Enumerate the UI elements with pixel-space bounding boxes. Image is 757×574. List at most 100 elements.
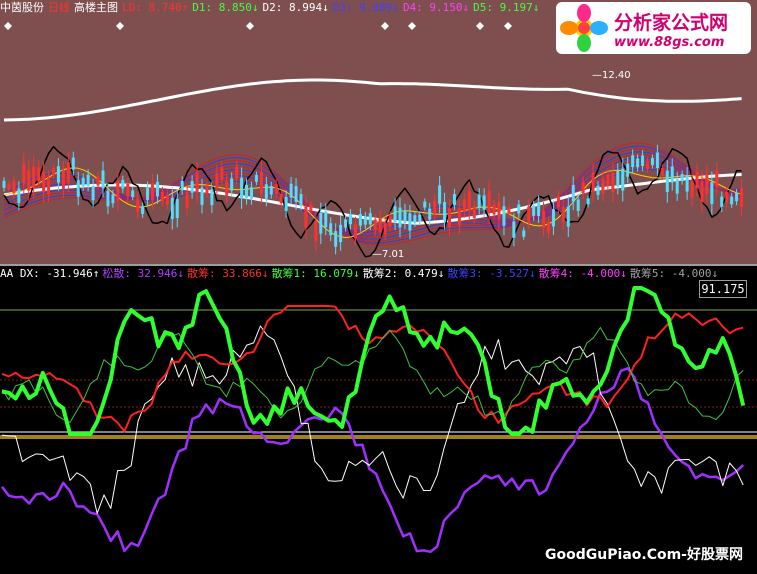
candle-body-110 — [547, 221, 550, 233]
indicator-plot — [0, 286, 757, 554]
candle-body-37 — [185, 192, 189, 208]
candle-body-68 — [339, 224, 343, 243]
candle-body-39 — [195, 171, 199, 193]
candle-body-145 — [720, 196, 724, 207]
candle-body-69 — [344, 219, 348, 228]
candle-body-49 — [245, 184, 249, 199]
candle-body-123 — [611, 172, 615, 193]
candle-body-34 — [170, 197, 174, 219]
site-logo: 分析家公式网 www.88gs.com — [556, 2, 751, 54]
diamond-marker-icon-4 — [408, 22, 416, 30]
candle-body-25 — [126, 183, 130, 197]
candle-body-124 — [616, 171, 620, 187]
candle-body-71 — [353, 223, 357, 239]
ind-header-item-2: 散筹: 33.866↓ — [186, 267, 269, 280]
candle-body-61 — [304, 206, 308, 228]
candle-body-149 — [740, 188, 744, 208]
candle-body-38 — [190, 181, 194, 193]
candle-body-50 — [250, 187, 253, 199]
candle-body-125 — [621, 168, 625, 191]
candle-body-11 — [56, 166, 60, 183]
candle-body-52 — [259, 171, 263, 194]
logo-title: 分析家公式网 — [614, 12, 729, 34]
candle-body-106 — [527, 206, 531, 222]
candle-body-87 — [433, 200, 437, 214]
candle-body-88 — [438, 185, 442, 204]
candle-body-46 — [230, 178, 234, 191]
chart-window: 中茵股份 日线 高楼主图 LD: 8.740↑ D1: 8.850↓ D2: 8.994↓… — [0, 0, 757, 574]
candle-body-116 — [576, 199, 580, 211]
ind-header-item-5: 散筹3: -3.527↓ — [447, 267, 536, 280]
candle-body-102 — [507, 207, 511, 214]
candle-body-129 — [641, 155, 645, 166]
candle-body-31 — [155, 181, 159, 197]
candle-body-0 — [2, 180, 6, 188]
candle-body-17 — [86, 174, 90, 186]
candle-body-73 — [363, 216, 367, 225]
ind-header-item-7: 散筹5: -4.000↓ — [629, 267, 719, 280]
candle-body-97 — [482, 195, 486, 210]
candle-body-143 — [710, 182, 714, 204]
candle-body-103 — [512, 221, 516, 238]
candle-body-65 — [324, 211, 328, 228]
candle-body-42 — [210, 189, 214, 206]
candle-body-78 — [388, 216, 392, 227]
candle-body-99 — [492, 204, 496, 215]
ind-header-item-0: AA DX: -31.946↑ — [0, 267, 100, 280]
candle-body-56 — [279, 193, 283, 204]
candle-body-16 — [81, 177, 85, 187]
logo-icon — [560, 4, 608, 52]
candle-body-132 — [655, 152, 659, 168]
candle-body-89 — [443, 202, 447, 221]
candle-body-75 — [373, 219, 377, 231]
candle-body-148 — [735, 193, 739, 202]
indicator-panel[interactable]: AA DX: -31.946↑ 松散: 32.946↓ 散筹: 33.866↓ 散筹1… — [0, 266, 757, 574]
candle-body-114 — [566, 206, 570, 227]
main-chart-panel[interactable]: 中茵股份 日线 高楼主图 LD: 8.740↑ D1: 8.850↓ D2: 8.994↓… — [0, 0, 757, 264]
candle-body-105 — [522, 230, 526, 237]
diamond-marker-icon-0 — [4, 22, 12, 30]
watermark: GoodGuPiao.Com-好股票网 — [545, 547, 743, 563]
candle-body-113 — [561, 206, 565, 223]
candle-body-77 — [383, 222, 387, 235]
candle-body-44 — [220, 167, 224, 180]
candle-body-141 — [700, 181, 704, 202]
candle-body-36 — [180, 180, 184, 191]
candle-body-4 — [22, 163, 26, 184]
line-songsan — [1, 367, 745, 554]
candle-body-64 — [319, 213, 323, 234]
candle-body-98 — [487, 191, 491, 213]
ind-header-item-1: 松散: 32.946↓ — [102, 267, 184, 280]
candle-body-118 — [586, 198, 590, 205]
candle-body-7 — [37, 167, 41, 182]
cursor-value-box: 91.175 — [699, 280, 747, 298]
candle-body-55 — [274, 184, 278, 195]
low-price-label: —7.01 — [372, 249, 404, 260]
oscillator-line — [3, 145, 742, 258]
candle-body-59 — [294, 186, 298, 203]
upper-band — [3, 78, 742, 122]
candle-body-8 — [42, 171, 46, 193]
candle-body-2 — [12, 181, 16, 194]
candle-body-139 — [690, 180, 694, 198]
candle-body-137 — [680, 174, 684, 182]
candle-body-104 — [517, 204, 521, 214]
candle-body-72 — [358, 213, 362, 226]
candle-body-32 — [160, 191, 164, 202]
candle-body-119 — [591, 172, 595, 192]
candle-body-120 — [596, 185, 600, 196]
candle-body-146 — [725, 191, 729, 203]
candle-body-111 — [551, 209, 555, 227]
candle-body-58 — [289, 183, 293, 198]
candle-body-112 — [556, 196, 560, 208]
candle-body-138 — [685, 175, 689, 192]
candle-body-13 — [66, 162, 70, 183]
candle-body-41 — [205, 185, 209, 194]
candle-body-70 — [349, 214, 352, 225]
candle-body-57 — [284, 197, 288, 211]
candle-body-130 — [646, 161, 649, 169]
candle-body-84 — [418, 214, 422, 222]
candle-body-24 — [121, 179, 125, 189]
candle-body-60 — [299, 194, 303, 205]
candle-body-122 — [606, 174, 610, 186]
